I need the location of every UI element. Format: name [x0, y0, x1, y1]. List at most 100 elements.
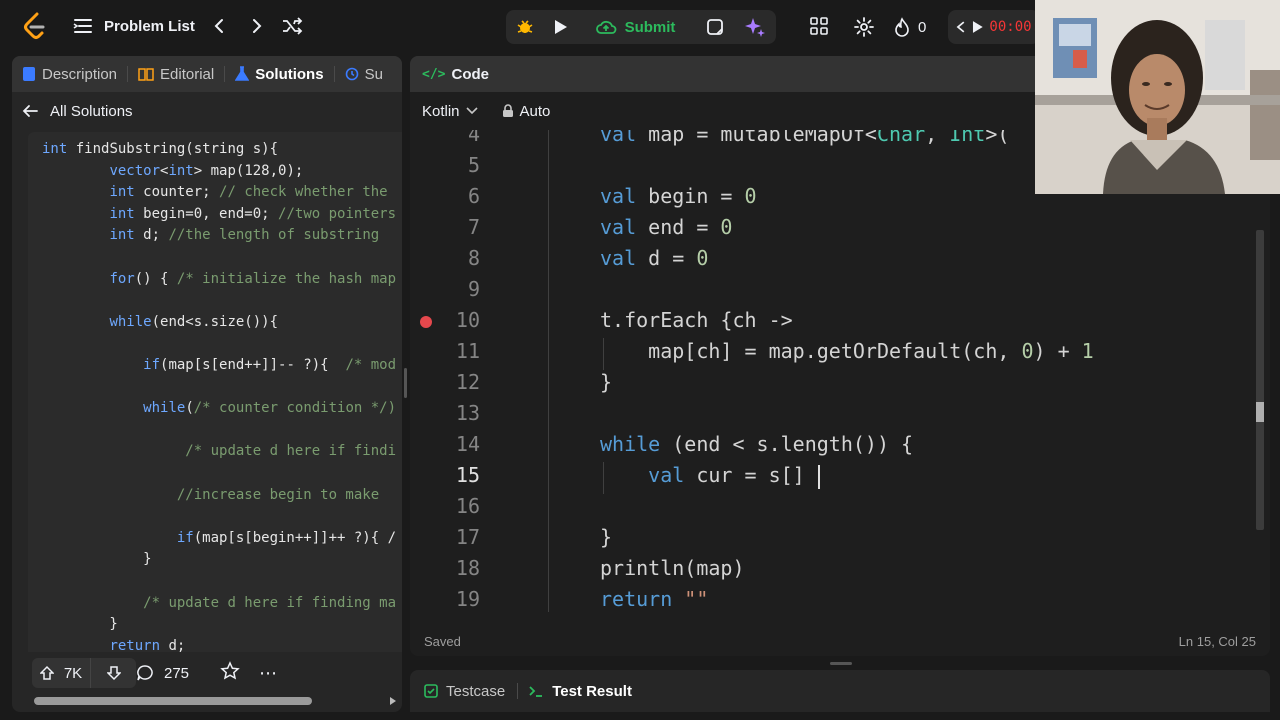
timer-text: 00:00: [989, 19, 1040, 35]
save-status: Saved [424, 633, 461, 649]
bottom-resize-handle[interactable] [830, 662, 852, 665]
debug-button[interactable] [510, 12, 540, 42]
comments-button[interactable]: 275 [136, 658, 189, 688]
tab-submissions-label: Su [364, 65, 383, 83]
more-options-icon[interactable]: ⋯ [256, 661, 280, 685]
comment-count: 275 [164, 664, 190, 682]
webcam-overlay [1035, 0, 1280, 194]
settings-gear-icon[interactable] [852, 15, 876, 39]
auto-mode-label: Auto [519, 102, 551, 120]
book-icon [138, 68, 154, 81]
text-cursor [818, 465, 820, 489]
code-line: return "" [600, 587, 709, 611]
line-number: 11 [455, 339, 480, 363]
line-number: 15 [455, 463, 480, 487]
flame-icon [895, 17, 909, 37]
timer-control[interactable]: 00:00: [948, 10, 1040, 44]
downvote-button[interactable] [90, 658, 136, 688]
tab-test-result-label: Test Result [552, 682, 632, 700]
line-number: 9 [467, 277, 480, 301]
solution-footer: 7K 275 ⋯ [12, 654, 402, 690]
cloud-upload-icon [595, 20, 616, 34]
chevron-down-icon[interactable] [465, 107, 478, 115]
submissions-icon [345, 67, 358, 81]
code-line: } [600, 525, 613, 549]
code-line: val d = 0 [600, 246, 709, 270]
code-panel-title: Code [451, 65, 489, 83]
tab-editorial[interactable]: Editorial [128, 56, 224, 92]
next-problem-button[interactable] [246, 15, 268, 37]
code-line: while (end < s.length()) { [600, 432, 914, 456]
submit-button[interactable]: Submit [584, 12, 686, 42]
left-tab-bar: Description Editorial Solutions Su [12, 56, 402, 92]
solution-code-line: while(/* counter condition */) [143, 400, 397, 417]
line-number: 6 [467, 184, 480, 208]
code-line: val begin = 0 [600, 184, 757, 208]
streak-counter[interactable]: 0 [894, 15, 926, 39]
tab-solutions-label: Solutions [255, 65, 324, 83]
timer-play-icon[interactable] [972, 20, 984, 34]
arrow-up-icon [39, 665, 54, 680]
note-icon[interactable] [700, 12, 730, 42]
scroll-right-icon[interactable] [388, 696, 398, 706]
tab-description[interactable]: Description [12, 56, 127, 92]
leetcode-logo-icon[interactable] [22, 12, 48, 40]
problem-list-link[interactable]: Problem List [104, 15, 195, 37]
line-number: 13 [455, 401, 480, 425]
upvote-count: 7K [63, 664, 83, 682]
solution-code-line: /* update d here if finding ma [143, 594, 397, 611]
line-number: 8 [467, 246, 480, 270]
solution-code-line: int d; //the length of substring [109, 227, 380, 244]
upvote-button[interactable]: 7K [32, 658, 90, 688]
editor-scrollbar[interactable] [1256, 230, 1264, 530]
line-number: 10 [455, 308, 480, 332]
tab-testcase[interactable]: Testcase [424, 683, 517, 700]
chevron-left-icon[interactable] [956, 20, 966, 34]
line-number: 12 [455, 370, 480, 394]
arrow-left-icon [22, 105, 38, 117]
code-line: println(map) [600, 556, 745, 580]
line-number: 7 [467, 215, 480, 239]
vote-box: 7K [32, 658, 136, 688]
checkbox-icon [424, 684, 438, 698]
line-number: 18 [455, 556, 480, 580]
submit-label: Submit [624, 18, 676, 36]
streak-count: 0 [918, 18, 927, 36]
solution-code-line: for() { /* initialize the hash map [109, 270, 397, 287]
problem-list-icon[interactable] [72, 15, 94, 37]
back-to-all-solutions[interactable]: All Solutions [12, 92, 402, 130]
solution-code-block[interactable]: int findSubstring(string s){ vector<int>… [28, 132, 402, 652]
prev-problem-button[interactable] [208, 15, 230, 37]
star-icon[interactable] [220, 661, 244, 685]
sparkle-ai-icon[interactable] [740, 12, 770, 42]
horizontal-scrollbar[interactable] [12, 694, 402, 708]
line-number: 16 [455, 494, 480, 518]
webcam-person-image [1035, 0, 1280, 194]
layout-grid-icon[interactable] [808, 15, 830, 37]
comment-icon [137, 665, 153, 681]
breakpoint-marker[interactable] [420, 316, 432, 328]
tab-test-result[interactable]: Test Result [528, 683, 644, 700]
code-editor[interactable]: 4 val map = mutableMapOf<Char, Int>(5 6 val… [410, 130, 1270, 612]
code-line: val cur = s[] [648, 463, 805, 487]
line-number: 4 [467, 130, 480, 146]
auto-mode[interactable]: Auto [502, 102, 551, 120]
tab-editorial-label: Editorial [160, 65, 215, 83]
indent-guide [548, 130, 549, 612]
solution-code-line: while(end<s.size()){ [109, 313, 279, 330]
panel-resize-handle[interactable] [404, 368, 407, 398]
language-selector[interactable]: Kotlin [422, 103, 460, 120]
code-line: map[ch] = map.getOrDefault(ch, 0) + 1 [600, 339, 1094, 363]
editor-status-bar: Saved Ln 15, Col 25 [410, 628, 1270, 654]
code-line: } [600, 370, 613, 394]
shuffle-icon[interactable] [280, 15, 304, 37]
solution-code-line: } [42, 616, 118, 633]
tab-solutions[interactable]: Solutions [225, 56, 333, 92]
cursor-position: Ln 15, Col 25 [1178, 633, 1256, 649]
test-panel: Testcase Test Result [410, 670, 1270, 712]
solutions-panel: Description Editorial Solutions Su All S… [12, 56, 402, 712]
scrollbar-thumb[interactable] [34, 697, 312, 705]
solution-code-line: if(map[s[end++]]-- ?){ /* mod [143, 357, 397, 373]
tab-submissions[interactable]: Su [335, 56, 393, 92]
run-button[interactable] [546, 12, 576, 42]
